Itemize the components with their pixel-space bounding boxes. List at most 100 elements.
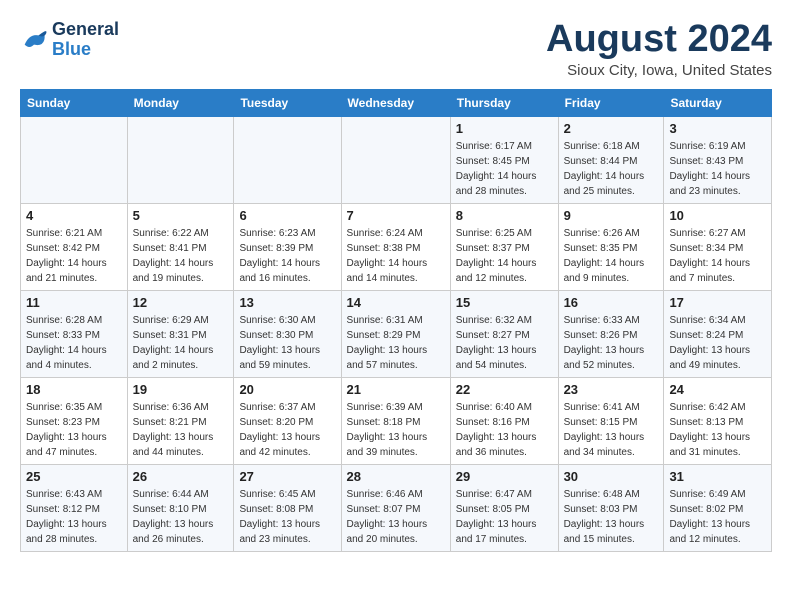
day-number: 22 bbox=[456, 382, 553, 397]
day-number: 5 bbox=[133, 208, 229, 223]
calendar-week-3: 11 Sunrise: 6:28 AM Sunset: 8:33 PM Dayli… bbox=[21, 291, 772, 378]
day-number: 16 bbox=[564, 295, 659, 310]
logo-text-line1: General bbox=[52, 20, 119, 40]
header-thursday: Thursday bbox=[450, 90, 558, 117]
calendar-cell: 18 Sunrise: 6:35 AM Sunset: 8:23 PM Dayli… bbox=[21, 378, 128, 465]
day-detail: Sunrise: 6:22 AM Sunset: 8:41 PM Dayligh… bbox=[133, 226, 229, 286]
day-number: 20 bbox=[239, 382, 335, 397]
day-number: 26 bbox=[133, 469, 229, 484]
calendar-header-row: SundayMondayTuesdayWednesdayThursdayFrid… bbox=[21, 90, 772, 117]
calendar-week-4: 18 Sunrise: 6:35 AM Sunset: 8:23 PM Dayli… bbox=[21, 378, 772, 465]
day-detail: Sunrise: 6:49 AM Sunset: 8:02 PM Dayligh… bbox=[669, 487, 766, 547]
day-detail: Sunrise: 6:17 AM Sunset: 8:45 PM Dayligh… bbox=[456, 139, 553, 199]
calendar-cell: 25 Sunrise: 6:43 AM Sunset: 8:12 PM Dayli… bbox=[21, 465, 128, 552]
day-detail: Sunrise: 6:30 AM Sunset: 8:30 PM Dayligh… bbox=[239, 313, 335, 373]
day-detail: Sunrise: 6:46 AM Sunset: 8:07 PM Dayligh… bbox=[347, 487, 445, 547]
day-number: 8 bbox=[456, 208, 553, 223]
day-number: 4 bbox=[26, 208, 122, 223]
day-number: 21 bbox=[347, 382, 445, 397]
day-detail: Sunrise: 6:33 AM Sunset: 8:26 PM Dayligh… bbox=[564, 313, 659, 373]
calendar-table: SundayMondayTuesdayWednesdayThursdayFrid… bbox=[20, 89, 772, 552]
calendar-cell: 3 Sunrise: 6:19 AM Sunset: 8:43 PM Daylig… bbox=[664, 117, 772, 204]
logo: General Blue bbox=[20, 20, 119, 60]
calendar-cell: 17 Sunrise: 6:34 AM Sunset: 8:24 PM Dayli… bbox=[664, 291, 772, 378]
day-detail: Sunrise: 6:39 AM Sunset: 8:18 PM Dayligh… bbox=[347, 400, 445, 460]
day-detail: Sunrise: 6:18 AM Sunset: 8:44 PM Dayligh… bbox=[564, 139, 659, 199]
calendar-cell: 21 Sunrise: 6:39 AM Sunset: 8:18 PM Dayli… bbox=[341, 378, 450, 465]
calendar-cell: 2 Sunrise: 6:18 AM Sunset: 8:44 PM Daylig… bbox=[558, 117, 664, 204]
calendar-cell bbox=[234, 117, 341, 204]
header-wednesday: Wednesday bbox=[341, 90, 450, 117]
day-number: 23 bbox=[564, 382, 659, 397]
day-number: 6 bbox=[239, 208, 335, 223]
header-saturday: Saturday bbox=[664, 90, 772, 117]
calendar-cell: 23 Sunrise: 6:41 AM Sunset: 8:15 PM Dayli… bbox=[558, 378, 664, 465]
day-detail: Sunrise: 6:43 AM Sunset: 8:12 PM Dayligh… bbox=[26, 487, 122, 547]
calendar-cell: 4 Sunrise: 6:21 AM Sunset: 8:42 PM Daylig… bbox=[21, 204, 128, 291]
logo-text-line2: Blue bbox=[52, 40, 119, 60]
day-detail: Sunrise: 6:34 AM Sunset: 8:24 PM Dayligh… bbox=[669, 313, 766, 373]
day-number: 31 bbox=[669, 469, 766, 484]
day-number: 12 bbox=[133, 295, 229, 310]
day-detail: Sunrise: 6:21 AM Sunset: 8:42 PM Dayligh… bbox=[26, 226, 122, 286]
day-detail: Sunrise: 6:25 AM Sunset: 8:37 PM Dayligh… bbox=[456, 226, 553, 286]
day-detail: Sunrise: 6:23 AM Sunset: 8:39 PM Dayligh… bbox=[239, 226, 335, 286]
calendar-cell: 13Sunrise: 6:30 AM Sunset: 8:30 PM Dayli… bbox=[234, 291, 341, 378]
month-title: August 2024 bbox=[546, 20, 772, 58]
calendar-week-1: 1Sunrise: 6:17 AM Sunset: 8:45 PM Daylig… bbox=[21, 117, 772, 204]
calendar-cell: 30 Sunrise: 6:48 AM Sunset: 8:03 PM Dayli… bbox=[558, 465, 664, 552]
calendar-cell: 1Sunrise: 6:17 AM Sunset: 8:45 PM Daylig… bbox=[450, 117, 558, 204]
day-number: 27 bbox=[239, 469, 335, 484]
day-detail: Sunrise: 6:19 AM Sunset: 8:43 PM Dayligh… bbox=[669, 139, 766, 199]
calendar-week-2: 4 Sunrise: 6:21 AM Sunset: 8:42 PM Daylig… bbox=[21, 204, 772, 291]
page-header: General Blue August 2024 Sioux City, Iow… bbox=[20, 20, 772, 79]
day-number: 3 bbox=[669, 121, 766, 136]
calendar-cell: 7Sunrise: 6:24 AM Sunset: 8:38 PM Daylig… bbox=[341, 204, 450, 291]
day-detail: Sunrise: 6:26 AM Sunset: 8:35 PM Dayligh… bbox=[564, 226, 659, 286]
calendar-cell bbox=[21, 117, 128, 204]
header-friday: Friday bbox=[558, 90, 664, 117]
day-number: 19 bbox=[133, 382, 229, 397]
day-detail: Sunrise: 6:28 AM Sunset: 8:33 PM Dayligh… bbox=[26, 313, 122, 373]
calendar-cell: 12 Sunrise: 6:29 AM Sunset: 8:31 PM Dayli… bbox=[127, 291, 234, 378]
day-number: 18 bbox=[26, 382, 122, 397]
calendar-cell: 10Sunrise: 6:27 AM Sunset: 8:34 PM Dayli… bbox=[664, 204, 772, 291]
day-number: 30 bbox=[564, 469, 659, 484]
day-number: 10 bbox=[669, 208, 766, 223]
day-number: 29 bbox=[456, 469, 553, 484]
day-detail: Sunrise: 6:41 AM Sunset: 8:15 PM Dayligh… bbox=[564, 400, 659, 460]
title-block: August 2024 Sioux City, Iowa, United Sta… bbox=[546, 20, 772, 79]
day-detail: Sunrise: 6:47 AM Sunset: 8:05 PM Dayligh… bbox=[456, 487, 553, 547]
calendar-cell: 31 Sunrise: 6:49 AM Sunset: 8:02 PM Dayli… bbox=[664, 465, 772, 552]
calendar-cell: 11 Sunrise: 6:28 AM Sunset: 8:33 PM Dayli… bbox=[21, 291, 128, 378]
day-detail: Sunrise: 6:29 AM Sunset: 8:31 PM Dayligh… bbox=[133, 313, 229, 373]
calendar-cell: 16 Sunrise: 6:33 AM Sunset: 8:26 PM Dayli… bbox=[558, 291, 664, 378]
calendar-cell: 5 Sunrise: 6:22 AM Sunset: 8:41 PM Daylig… bbox=[127, 204, 234, 291]
header-tuesday: Tuesday bbox=[234, 90, 341, 117]
calendar-week-5: 25 Sunrise: 6:43 AM Sunset: 8:12 PM Dayli… bbox=[21, 465, 772, 552]
day-number: 25 bbox=[26, 469, 122, 484]
logo-icon bbox=[20, 26, 48, 54]
calendar-cell: 22 Sunrise: 6:40 AM Sunset: 8:16 PM Dayli… bbox=[450, 378, 558, 465]
day-number: 17 bbox=[669, 295, 766, 310]
day-detail: Sunrise: 6:32 AM Sunset: 8:27 PM Dayligh… bbox=[456, 313, 553, 373]
day-detail: Sunrise: 6:42 AM Sunset: 8:13 PM Dayligh… bbox=[669, 400, 766, 460]
day-number: 2 bbox=[564, 121, 659, 136]
header-sunday: Sunday bbox=[21, 90, 128, 117]
calendar-cell: 28 Sunrise: 6:46 AM Sunset: 8:07 PM Dayli… bbox=[341, 465, 450, 552]
day-number: 9 bbox=[564, 208, 659, 223]
day-detail: Sunrise: 6:40 AM Sunset: 8:16 PM Dayligh… bbox=[456, 400, 553, 460]
day-number: 11 bbox=[26, 295, 122, 310]
calendar-cell: 24 Sunrise: 6:42 AM Sunset: 8:13 PM Dayli… bbox=[664, 378, 772, 465]
calendar-cell: 6 Sunrise: 6:23 AM Sunset: 8:39 PM Daylig… bbox=[234, 204, 341, 291]
day-detail: Sunrise: 6:48 AM Sunset: 8:03 PM Dayligh… bbox=[564, 487, 659, 547]
day-detail: Sunrise: 6:44 AM Sunset: 8:10 PM Dayligh… bbox=[133, 487, 229, 547]
day-number: 28 bbox=[347, 469, 445, 484]
day-detail: Sunrise: 6:35 AM Sunset: 8:23 PM Dayligh… bbox=[26, 400, 122, 460]
day-detail: Sunrise: 6:45 AM Sunset: 8:08 PM Dayligh… bbox=[239, 487, 335, 547]
calendar-cell: 26 Sunrise: 6:44 AM Sunset: 8:10 PM Dayli… bbox=[127, 465, 234, 552]
calendar-cell: 27 Sunrise: 6:45 AM Sunset: 8:08 PM Dayli… bbox=[234, 465, 341, 552]
calendar-cell: 29 Sunrise: 6:47 AM Sunset: 8:05 PM Dayli… bbox=[450, 465, 558, 552]
day-number: 24 bbox=[669, 382, 766, 397]
day-detail: Sunrise: 6:36 AM Sunset: 8:21 PM Dayligh… bbox=[133, 400, 229, 460]
